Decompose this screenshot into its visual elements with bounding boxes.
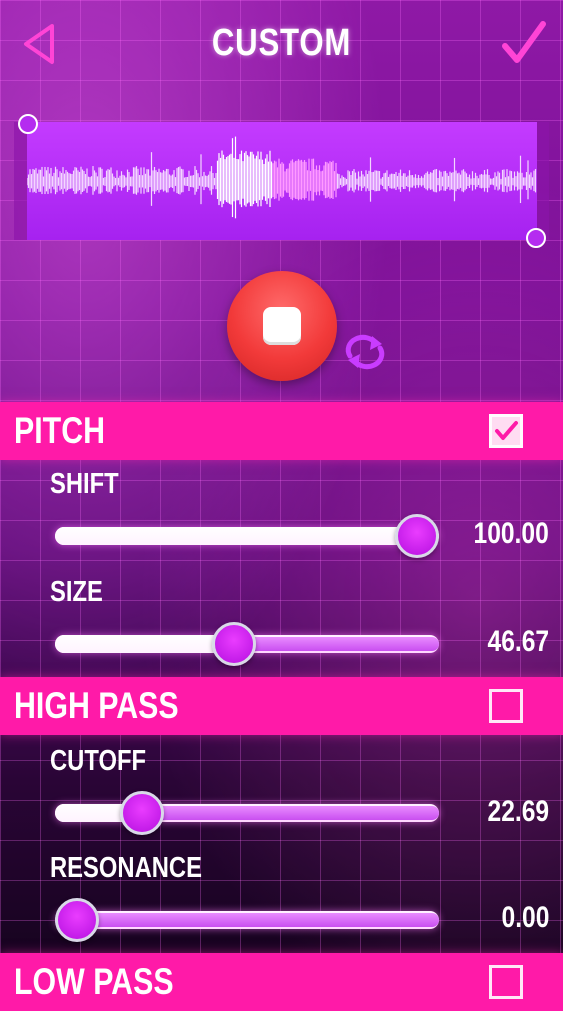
shift-value: 100.00 [439,517,549,551]
loop-button[interactable] [336,330,394,374]
size-label: SIZE [50,576,103,608]
slider-fill [55,527,439,545]
shift-label: SHIFT [50,468,119,500]
slider-thumb[interactable] [212,622,257,666]
loop-arrows-icon [345,334,385,370]
size-slider[interactable] [55,622,439,666]
confirm-button[interactable] [499,18,549,68]
checkmark-icon [495,421,518,440]
trim-right-region [537,122,549,240]
slider-thumb[interactable] [395,514,439,558]
trim-end-handle[interactable] [526,228,546,248]
stop-button[interactable] [227,271,337,381]
page-title: CUSTOM [211,22,352,64]
section-title: HIGH PASS [14,685,179,726]
trim-left-region [14,122,27,240]
shift-slider[interactable] [55,514,439,558]
resonance-value: 0.00 [439,901,549,935]
slider-rest [234,637,439,651]
size-value-text: 46.67 [487,625,549,658]
playback-controls [224,268,404,383]
cutoff-slider[interactable] [55,791,439,835]
shift-value-text: 100.00 [473,517,549,550]
section-title: LOW PASS [14,961,174,1002]
section-low-pass-header: LOW PASS [0,953,563,1011]
resonance-value-text: 0.00 [501,901,549,934]
waveform-display[interactable] [26,122,537,240]
section-high-pass-header: HIGH PASS [0,677,563,735]
waveform-editor[interactable] [14,114,549,248]
cutoff-value-text: 22.69 [487,795,549,828]
stop-square-icon [263,307,301,345]
top-bar: CUSTOM [0,0,563,90]
cutoff-value: 22.69 [439,795,549,829]
slider-thumb[interactable] [120,791,165,835]
resonance-label: RESONANCE [50,852,202,884]
pitch-enable-checkbox[interactable] [489,414,523,448]
waveform-graphic [26,136,537,219]
slider-rest [55,913,439,927]
resonance-slider[interactable] [55,898,439,942]
cutoff-label: CUTOFF [50,745,146,777]
high-pass-enable-checkbox[interactable] [489,689,523,723]
slider-fill [55,635,235,653]
checkmark-icon [502,21,546,63]
trim-start-handle[interactable] [18,114,38,134]
section-title: PITCH [14,410,106,451]
section-pitch-header: PITCH [0,402,563,460]
size-value: 46.67 [439,625,549,659]
slider-thumb[interactable] [55,898,99,942]
slider-rest [142,806,439,820]
low-pass-enable-checkbox[interactable] [489,965,523,999]
